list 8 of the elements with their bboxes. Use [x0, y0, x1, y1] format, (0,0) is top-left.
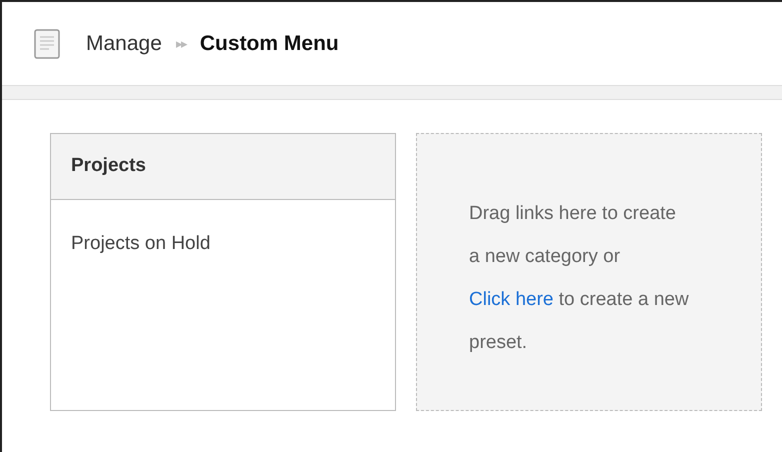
category-title: Projects [51, 134, 395, 200]
create-preset-link[interactable]: Click here [469, 289, 554, 310]
document-icon [34, 28, 60, 58]
menu-link[interactable]: Projects on Hold [51, 200, 395, 258]
separator-icon: ▸▸ [176, 34, 186, 54]
page-title: Custom Menu [200, 30, 339, 57]
drop-zone-text: Drag links here to create a new category or Click here to create a new preset. [469, 202, 690, 355]
breadcrumb-link[interactable]: Manage [86, 28, 162, 60]
